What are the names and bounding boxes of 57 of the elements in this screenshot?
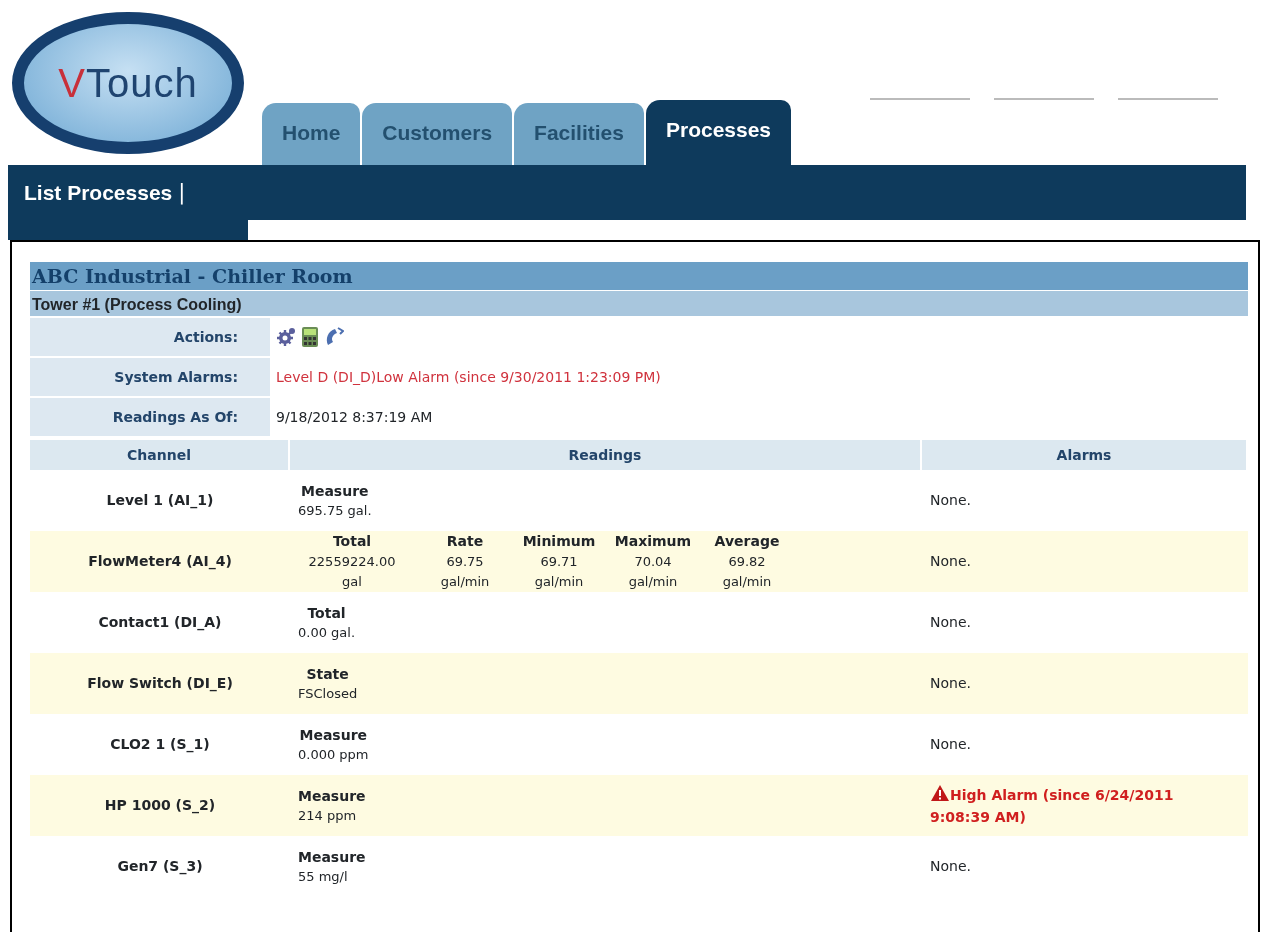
reading-value: FSClosed: [298, 684, 358, 703]
field-label: Readings As Of:: [30, 398, 270, 436]
reading-value: 70.04 gal/min: [627, 553, 679, 591]
channel-name: Contact1 (DI_A): [97, 613, 223, 633]
reading-label: Total: [332, 533, 372, 549]
nav-tab[interactable]: Home: [262, 103, 361, 165]
reading-label: Rate: [446, 533, 484, 549]
alarm-status: None.: [929, 674, 972, 693]
reading-label: Measure: [298, 786, 366, 806]
field-value: 9/18/2012 8:37:19 AM: [276, 408, 433, 427]
reading-label: State: [305, 664, 350, 684]
nav-tab[interactable]: Customers: [362, 103, 513, 165]
alarm-status: None.: [929, 552, 972, 571]
column-header: Readings: [290, 440, 920, 470]
site-title: ABC Industrial - Chiller Room: [30, 262, 1248, 290]
reading-label: Measure: [300, 481, 370, 501]
gear-icon[interactable]: [276, 326, 296, 348]
field-label: System Alarms:: [30, 358, 270, 396]
channel-name: CLO2 1 (S_1): [109, 735, 211, 755]
channel-name: Level 1 (AI_1): [105, 491, 215, 511]
reading-label: Measure: [298, 847, 366, 867]
reading-value: 55 mg/l: [298, 867, 349, 886]
channel-name: HP 1000 (S_2): [103, 796, 217, 816]
field-label: Actions:: [30, 318, 270, 356]
reading-value: 0.00 gal.: [298, 623, 356, 642]
reading-value: 214 ppm: [298, 806, 358, 825]
reading-value: 695.75 gal.: [298, 501, 372, 520]
reading-value: 69.82 gal/min: [721, 553, 773, 591]
reading-label: Maximum: [614, 533, 692, 549]
nav-tab[interactable]: Facilities: [514, 103, 644, 165]
reading-label: Measure: [298, 725, 369, 745]
reading-value: 0.000 ppm: [298, 745, 369, 764]
phone-icon[interactable]: [324, 326, 344, 348]
column-header: Channel: [30, 440, 288, 470]
separator: |: [178, 178, 186, 207]
reading-value: 69.71 gal/min: [533, 553, 585, 591]
reading-value: 69.75 gal/min: [439, 553, 491, 591]
reading-label: Total: [306, 603, 347, 623]
reading-label: Minimum: [522, 533, 596, 549]
subnav-link[interactable]: List Processes: [24, 176, 173, 209]
warning-icon: [930, 783, 950, 802]
alarm-status: None.: [929, 491, 972, 510]
reading-label: Average: [714, 533, 780, 549]
nav-tab[interactable]: Processes: [645, 100, 792, 165]
alarm-text: High Alarm (since 6/24/2011 9:08:39 AM): [922, 783, 1222, 828]
process-title: Tower #1 (Process Cooling): [30, 290, 1248, 316]
channel-name: Gen7 (S_3): [116, 857, 204, 877]
alarm-status: None.: [929, 857, 972, 876]
reading-value: 22559224.00 gal: [307, 553, 397, 591]
alarm-status: None.: [929, 613, 972, 632]
column-header: Alarms: [922, 440, 1246, 470]
alarm-text: Level D (DI_D)Low Alarm (since 9/30/2011 1:23:09 PM): [276, 368, 661, 387]
alarm-status: None.: [929, 735, 972, 754]
channel-name: Flow Switch (DI_E): [86, 674, 234, 694]
calculator-icon[interactable]: [300, 326, 320, 348]
channel-name: FlowMeter4 (AI_4): [87, 552, 233, 572]
logo-text: VTouch: [58, 60, 198, 107]
